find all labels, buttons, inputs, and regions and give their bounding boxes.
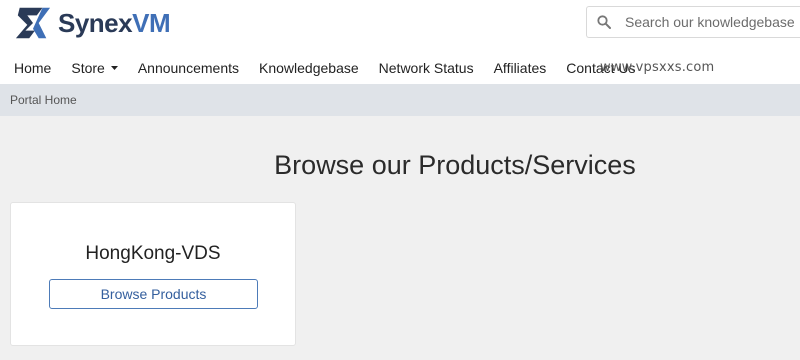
nav-item-label: Home	[14, 60, 52, 76]
nav-item-network-status[interactable]: Network Status	[379, 60, 474, 76]
brand-name-accent: VM	[132, 7, 171, 38]
nav-item-knowledgebase[interactable]: Knowledgebase	[259, 60, 359, 76]
page-title: Browse our Products/Services	[274, 150, 636, 180]
nav-item-store[interactable]: Store	[71, 60, 118, 76]
nav-item-label: Affiliates	[493, 60, 547, 76]
nav-item-announcements[interactable]: Announcements	[138, 60, 239, 76]
main-nav: Home Store Announcements Knowledgebase N…	[14, 56, 656, 80]
nav-item-affiliates[interactable]: Affiliates	[494, 60, 547, 76]
breadcrumb: Portal Home	[0, 84, 800, 116]
nav-item-home[interactable]: Home	[14, 60, 51, 76]
nav-item-label: Knowledgebase	[259, 60, 359, 76]
brand-logo[interactable]: SynexVM	[14, 3, 171, 43]
search-input[interactable]	[625, 14, 795, 30]
nav-item-label: Network Status	[378, 60, 474, 76]
nav-item-label: Store	[71, 60, 105, 76]
product-group-card: HongKong-VDS Browse Products	[10, 202, 296, 346]
site-header: SynexVM Home Store Announcements Knowled…	[0, 0, 800, 84]
breadcrumb-item-portal-home[interactable]: Portal Home	[10, 93, 77, 107]
synexvm-logo-mark-icon	[15, 7, 51, 39]
nav-item-label: Announcements	[137, 60, 240, 76]
search-box	[586, 6, 800, 38]
caret-down-icon	[110, 66, 118, 70]
brand-name-primary: Synex	[58, 7, 133, 38]
watermark-text: www.vpsxxs.com	[600, 60, 715, 75]
search-icon[interactable]	[597, 15, 611, 29]
product-group-title: HongKong-VDS	[85, 243, 221, 264]
brand-name: SynexVM	[58, 7, 171, 39]
browse-products-button[interactable]: Browse Products	[49, 279, 258, 309]
